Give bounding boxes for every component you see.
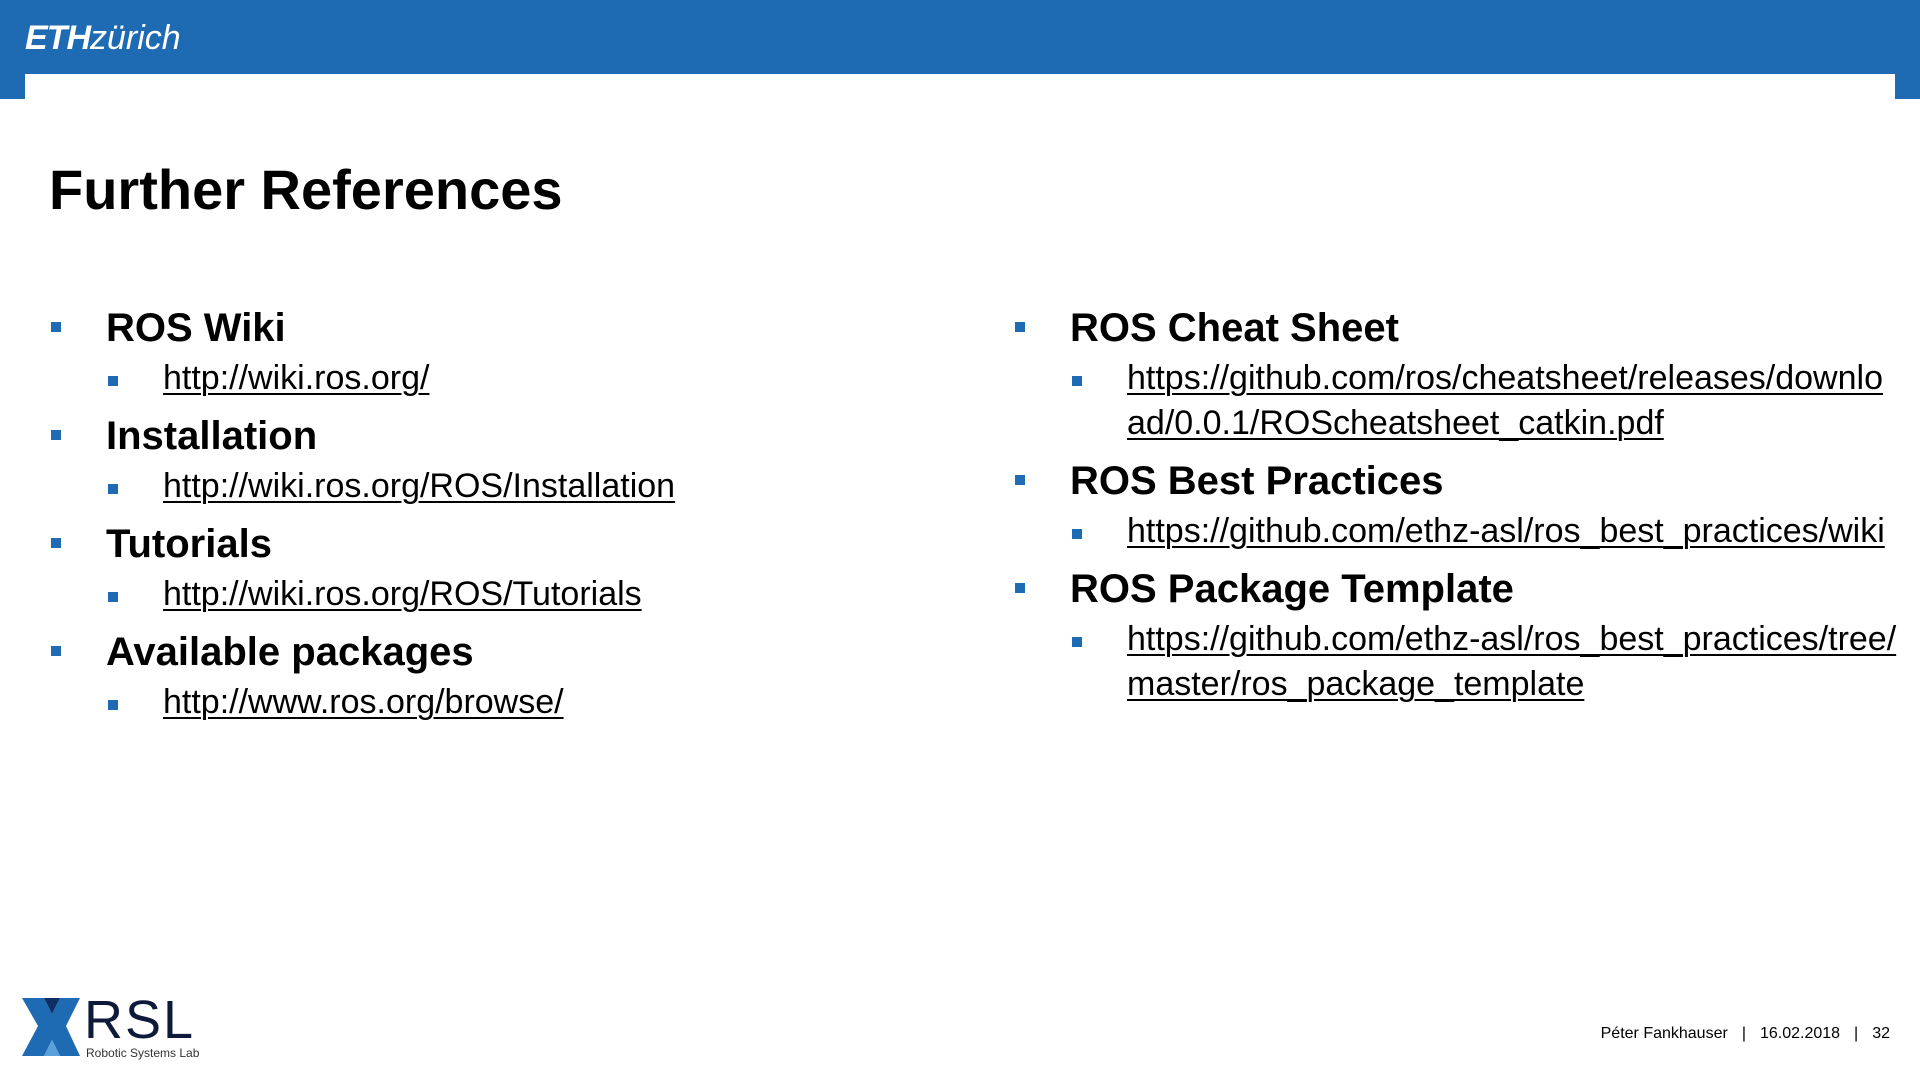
- sub-item: https://github.com/ethz-asl/ros_best_pra…: [1070, 617, 1896, 707]
- footer-meta: Péter Fankhauser | 16.02.2018 | 32: [1601, 1024, 1890, 1044]
- bullet-icon: [1072, 637, 1082, 647]
- footer-author: Péter Fankhauser: [1600, 1025, 1728, 1042]
- item-label: ROS Cheat Sheet: [1070, 306, 1399, 350]
- item-label: Tutorials: [106, 522, 272, 566]
- bullet-icon: [51, 322, 61, 332]
- eth-zurich-logo: ETHzürich: [25, 18, 181, 58]
- footer-separator: |: [1741, 1025, 1746, 1042]
- list-item-best-practices: ROS Best Practices https://github.com/et…: [1013, 453, 1893, 554]
- header-bar: ETHzürich: [0, 0, 1920, 74]
- rsl-logo: RSL Robotic Systems Lab: [22, 990, 212, 1062]
- page-title: Further References: [49, 158, 563, 221]
- installation-link[interactable]: http://wiki.ros.org/ROS/Installation: [163, 464, 949, 509]
- slide: ETHzürich Further References ROS Wiki ht…: [0, 0, 1920, 1080]
- sub-item: http://wiki.ros.org/ROS/Tutorials: [106, 572, 949, 617]
- header-notch-left: [0, 74, 25, 99]
- bullet-icon: [1072, 529, 1082, 539]
- sub-item: https://github.com/ros/cheatsheet/releas…: [1070, 356, 1893, 446]
- bullet-icon: [1015, 475, 1025, 485]
- logo-zurich-text: zürich: [90, 19, 181, 57]
- bullet-icon: [1015, 322, 1025, 332]
- sub-item: http://wiki.ros.org/: [106, 356, 949, 401]
- item-label: ROS Best Practices: [1070, 459, 1444, 503]
- bullet-icon: [108, 376, 118, 386]
- footer-date: 16.02.2018: [1759, 1025, 1841, 1042]
- rsl-emblem-icon: [22, 998, 80, 1056]
- footer-separator: |: [1854, 1025, 1859, 1042]
- list-item-cheat-sheet: ROS Cheat Sheet https://github.com/ros/c…: [1013, 300, 1893, 446]
- tutorials-link[interactable]: http://wiki.ros.org/ROS/Tutorials: [163, 572, 949, 617]
- bullet-icon: [108, 592, 118, 602]
- left-column: ROS Wiki http://wiki.ros.org/ Installati…: [49, 300, 949, 732]
- bullet-icon: [108, 484, 118, 494]
- package-template-link[interactable]: https://github.com/ethz-asl/ros_best_pra…: [1127, 617, 1897, 707]
- bullet-icon: [51, 646, 61, 656]
- list-item-available-packages: Available packages http://www.ros.org/br…: [49, 624, 949, 725]
- sub-item: http://www.ros.org/browse/: [106, 680, 949, 725]
- rsl-logo-text: RSL: [84, 990, 196, 1050]
- bullet-icon: [51, 430, 61, 440]
- bullet-icon: [51, 538, 61, 548]
- item-label: ROS Package Template: [1070, 567, 1514, 611]
- item-label: ROS Wiki: [106, 306, 286, 350]
- logo-eth-text: ETH: [25, 19, 91, 57]
- list-item-ros-wiki: ROS Wiki http://wiki.ros.org/: [49, 300, 949, 401]
- header-notch-right: [1895, 74, 1920, 99]
- list-item-package-template: ROS Package Template https://github.com/…: [1013, 561, 1896, 707]
- ros-wiki-link[interactable]: http://wiki.ros.org/: [163, 356, 949, 401]
- best-practices-link[interactable]: https://github.com/ethz-asl/ros_best_pra…: [1127, 509, 1897, 554]
- list-item-tutorials: Tutorials http://wiki.ros.org/ROS/Tutori…: [49, 516, 949, 617]
- bullet-icon: [1015, 583, 1025, 593]
- sub-item: https://github.com/ethz-asl/ros_best_pra…: [1070, 509, 1893, 554]
- packages-link[interactable]: http://www.ros.org/browse/: [163, 680, 949, 725]
- rsl-logo-subtitle: Robotic Systems Lab: [86, 1046, 200, 1060]
- bullet-icon: [1072, 376, 1082, 386]
- page-number: 32: [1872, 1025, 1890, 1042]
- right-column: ROS Cheat Sheet https://github.com/ros/c…: [1013, 300, 1896, 714]
- cheat-sheet-link[interactable]: https://github.com/ros/cheatsheet/releas…: [1127, 356, 1897, 446]
- bullet-icon: [108, 700, 118, 710]
- item-label: Installation: [106, 414, 318, 458]
- item-label: Available packages: [106, 630, 474, 674]
- list-item-installation: Installation http://wiki.ros.org/ROS/Ins…: [49, 408, 949, 509]
- sub-item: http://wiki.ros.org/ROS/Installation: [106, 464, 949, 509]
